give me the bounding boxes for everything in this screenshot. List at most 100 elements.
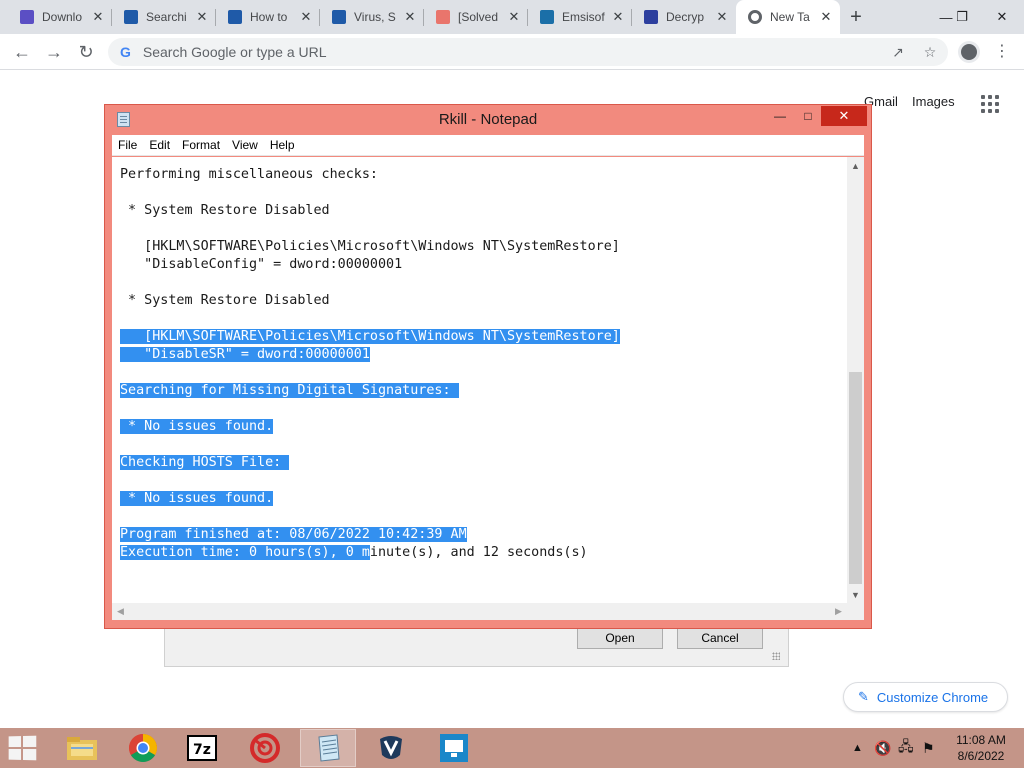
text-line: [HKLM\SOFTWARE\Policies\Microsoft\Window… <box>120 238 620 256</box>
show-hidden-icons-button[interactable]: ▲ <box>852 728 863 768</box>
person-icon <box>961 44 977 60</box>
vertical-scroll-thumb[interactable] <box>849 372 862 584</box>
windows-start-icon[interactable] <box>8 735 39 761</box>
speaker-muted-icon[interactable]: 🔇 <box>874 728 891 768</box>
open-button[interactable]: Open <box>577 627 663 649</box>
scroll-up-arrow-icon[interactable]: ▲ <box>847 157 864 174</box>
tab-close-icon[interactable]: ✕ <box>90 9 106 25</box>
tab-close-icon[interactable]: ✕ <box>194 9 210 25</box>
text-line: * System Restore Disabled <box>120 292 330 310</box>
tab-title: Downlo <box>42 10 83 24</box>
text-line: Execution time: 0 hours(s), 0 minute(s),… <box>120 544 588 562</box>
selected-text: * No issues found. <box>120 419 274 434</box>
menu-item-view[interactable]: View <box>226 138 264 152</box>
file-explorer-taskbar-icon[interactable] <box>54 729 110 767</box>
tab-strip: Downlo ✕ Searchi ✕ How to ✕ Virus, S ✕ [Solved ✕ E… <box>0 0 1024 34</box>
browser-tab[interactable]: Virus, S ✕ <box>320 0 424 34</box>
menu-item-file[interactable]: File <box>112 138 143 152</box>
browser-tab[interactable]: Emsisof ✕ <box>528 0 632 34</box>
images-link[interactable]: Images <box>912 94 955 109</box>
chrome-taskbar-icon[interactable] <box>115 729 171 767</box>
new-tab-button[interactable]: + <box>845 6 867 28</box>
profile-avatar[interactable] <box>958 41 980 63</box>
tab-title: Searchi <box>146 10 187 24</box>
tab-favicon-icon <box>644 10 658 24</box>
line-text: * System Restore Disabled <box>120 293 330 308</box>
google-apps-icon[interactable] <box>981 95 999 113</box>
browser-tab[interactable]: [Solved ✕ <box>424 0 528 34</box>
restore-window-button[interactable]: ❐ <box>946 0 978 34</box>
browser-tab[interactable]: How to ✕ <box>216 0 320 34</box>
share-icon[interactable]: ↗ <box>884 38 912 66</box>
notepad-title-bar[interactable]: Rkill - Notepad — □ ✕ <box>105 105 871 133</box>
rkill-taskbar-icon[interactable] <box>237 729 293 767</box>
menu-item-help[interactable]: Help <box>264 138 301 152</box>
tab-favicon-icon <box>436 10 450 24</box>
scroll-down-arrow-icon[interactable]: ▼ <box>847 586 864 603</box>
reload-button[interactable]: ↻ <box>74 40 98 64</box>
selected-text: Execution time: 0 hours(s), 0 m <box>120 545 370 560</box>
tab-close-icon[interactable]: ✕ <box>298 9 314 25</box>
tab-title: [Solved <box>458 10 499 24</box>
tab-favicon-icon <box>540 10 554 24</box>
scroll-left-arrow-icon[interactable]: ◀ <box>112 603 129 620</box>
line-text: [HKLM\SOFTWARE\Policies\Microsoft\Window… <box>120 239 620 254</box>
menu-item-format[interactable]: Format <box>176 138 226 152</box>
tab-close-icon[interactable]: ✕ <box>610 9 626 25</box>
tab-favicon-icon <box>124 10 138 24</box>
notepad-menubar: File Edit Format View Help <box>112 135 864 156</box>
browser-tab[interactable]: New Ta ✕ <box>736 0 840 34</box>
text-line: Checking HOSTS File: <box>120 454 290 472</box>
7zip-taskbar-icon[interactable]: 7z <box>174 729 230 767</box>
notepad-text-area[interactable]: Performing miscellaneous checks: * Syste… <box>112 157 847 603</box>
tab-title: How to <box>250 10 288 24</box>
menu-item-edit[interactable]: Edit <box>143 138 176 152</box>
network-icon[interactable]: 🖧 <box>898 728 914 768</box>
omnibox[interactable]: G ↗ ☆ <box>108 38 948 66</box>
line-text: Performing miscellaneous checks: <box>120 167 378 182</box>
cancel-button[interactable]: Cancel <box>677 627 763 649</box>
browser-tab[interactable]: Downlo ✕ <box>8 0 112 34</box>
text-line: * No issues found. <box>120 490 274 508</box>
horizontal-scrollbar[interactable]: ◀ ▶ <box>112 603 847 620</box>
tab-title: Emsisof <box>562 10 605 24</box>
text-line: [HKLM\SOFTWARE\Policies\Microsoft\Window… <box>120 328 620 346</box>
customize-chrome-button[interactable]: ✎ Customize Chrome <box>843 682 1008 712</box>
chrome-menu-icon[interactable]: ⋮ <box>994 41 1010 63</box>
notepad-close-button[interactable]: ✕ <box>821 106 867 126</box>
notepad-maximize-button[interactable]: □ <box>795 105 821 127</box>
remote-desktop-taskbar-icon[interactable] <box>426 729 482 767</box>
tab-close-icon[interactable]: ✕ <box>402 9 418 25</box>
resize-grip[interactable] <box>772 652 780 660</box>
text-line: * System Restore Disabled <box>120 202 330 220</box>
bookmark-star-icon[interactable]: ☆ <box>916 38 944 66</box>
text-line: "DisableConfig" = dword:00000001 <box>120 256 402 274</box>
tab-favicon-icon <box>332 10 346 24</box>
omnibox-input[interactable] <box>140 43 948 61</box>
tab-close-icon[interactable]: ✕ <box>714 9 730 25</box>
scrollbar-corner <box>847 603 864 620</box>
notepad-minimize-button[interactable]: — <box>767 105 793 127</box>
notepad-window: Rkill - Notepad — □ ✕ File Edit Format View… <box>104 104 872 629</box>
notepad-taskbar-icon[interactable] <box>300 729 356 767</box>
forward-button[interactable]: → <box>42 40 66 64</box>
text-line: "DisableSR" = dword:00000001 <box>120 346 370 364</box>
selected-text: * No issues found. <box>120 491 274 506</box>
back-button[interactable]: ← <box>10 40 34 64</box>
google-g-icon: G <box>120 44 131 60</box>
tab-close-icon[interactable]: ✕ <box>818 9 834 25</box>
text-line: Performing miscellaneous checks: <box>120 166 378 184</box>
scroll-right-arrow-icon[interactable]: ▶ <box>830 603 847 620</box>
action-center-flag-icon[interactable]: ⚑ <box>922 728 935 768</box>
browser-tab[interactable]: Decryp ✕ <box>632 0 736 34</box>
line-text: * System Restore Disabled <box>120 203 330 218</box>
browser-toolbar: ← → ↻ G ↗ ☆ ⋮ <box>0 34 1024 70</box>
close-window-button[interactable]: ✕ <box>986 0 1018 34</box>
clock-date: 8/6/2022 <box>957 749 1005 763</box>
browser-tab[interactable]: Searchi ✕ <box>112 0 216 34</box>
malwarebytes-taskbar-icon[interactable] <box>363 729 419 767</box>
tab-close-icon[interactable]: ✕ <box>506 9 522 25</box>
vertical-scrollbar[interactable]: ▲ ▼ <box>847 157 864 603</box>
line-text: "DisableConfig" = dword:00000001 <box>120 257 403 272</box>
system-clock[interactable]: 11:08 AM 8/6/2022 <box>948 732 1014 764</box>
